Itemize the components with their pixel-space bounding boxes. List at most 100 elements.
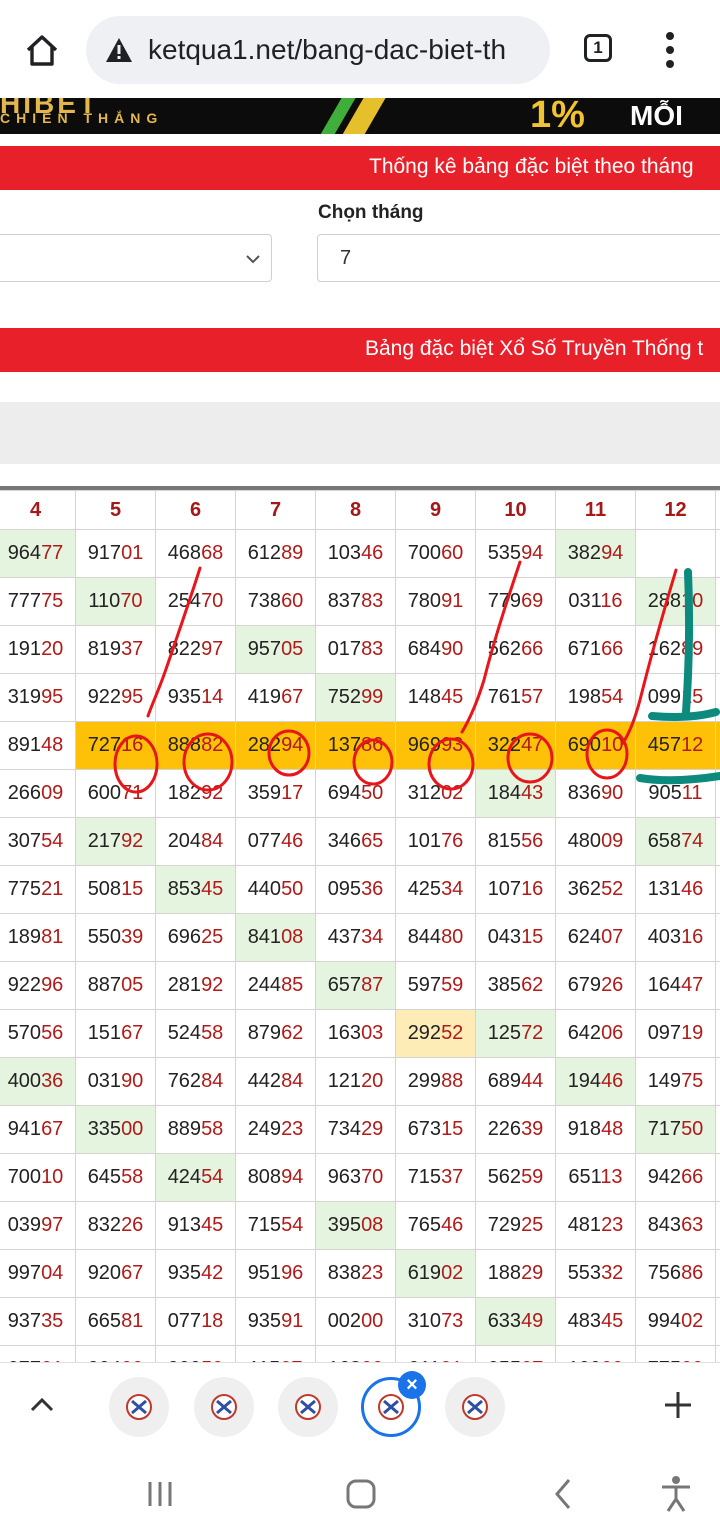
result-cell — [715, 625, 720, 674]
result-cell: 83690 — [555, 769, 636, 818]
plus-icon[interactable] — [658, 1385, 698, 1425]
result-cell: 72925 — [475, 1201, 556, 1250]
address-bar[interactable]: ketqua1.net/bang-dac-biet-th — [86, 16, 550, 84]
result-cell: 32247 — [475, 721, 556, 770]
home-nav-icon[interactable] — [339, 1472, 383, 1516]
result-cell: 83226 — [75, 1201, 156, 1250]
result-cell: 40316 — [635, 913, 716, 962]
result-cell: 16303 — [315, 1009, 396, 1058]
table-header-bar: Bảng đặc biệt Xổ Số Truyền Thống t — [0, 328, 720, 372]
table-row: 19120 81937 82297 95705 01783 68490 56266 67166… — [0, 625, 720, 674]
result-cell: 75299 — [315, 673, 396, 722]
result-cell: 29252 — [395, 1009, 476, 1058]
result-cell: 09719 — [635, 1009, 716, 1058]
month-select[interactable]: 7 — [317, 234, 720, 282]
result-cell: 38294 — [555, 529, 636, 578]
result-cell: 77969 — [475, 577, 556, 626]
table-row: 96477 91701 46868 61289 10346 70060 53594 38294 — [0, 529, 720, 578]
table-row: 94167 33500 88958 24923 73429 67315 22639 91848… — [0, 1105, 720, 1154]
result-cell: 92295 — [75, 673, 156, 722]
tab-thumbnail[interactable] — [445, 1377, 505, 1437]
close-tab-icon[interactable]: × — [398, 1371, 426, 1399]
results-table-container[interactable]: 4 5 6 7 8 9 10 11 12 96477 91701 46868 61289 10346 70… — [0, 490, 720, 1362]
result-cell: 19854 — [555, 673, 636, 722]
result-cell: 04315 — [475, 913, 556, 962]
back-icon[interactable] — [541, 1472, 585, 1516]
table-row: 31995 92295 93514 41967 75299 14845 76157 19854… — [0, 673, 720, 722]
result-cell: 63349 — [475, 1297, 556, 1346]
chevron-up-icon[interactable] — [24, 1387, 60, 1423]
result-cell: 70010 — [0, 1153, 76, 1202]
result-cell: 48009 — [555, 817, 636, 866]
result-cell: 88882 — [155, 721, 236, 770]
result-cell: 66581 — [75, 1297, 156, 1346]
result-cell: 42534 — [395, 865, 476, 914]
banner-percent: 1% — [530, 98, 585, 134]
accessibility-icon[interactable] — [654, 1472, 698, 1516]
result-cell: 25470 — [155, 577, 236, 626]
banner-word: MỖI — [630, 100, 683, 131]
result-cell: 10176 — [395, 817, 476, 866]
result-cell: 12572 — [475, 1009, 556, 1058]
result-cell: 48123 — [555, 1201, 636, 1250]
ad-banner[interactable]: HIBET CHIẾN THẮNG 1% MỖI — [0, 98, 720, 134]
site-favicon-icon — [378, 1394, 404, 1420]
result-cell: 36252 — [555, 865, 636, 914]
result-cell: 56266 — [475, 625, 556, 674]
tab-thumbnail[interactable] — [194, 1377, 254, 1437]
month-label: Chọn tháng — [318, 202, 424, 223]
result-cell: 76157 — [475, 673, 556, 722]
result-cell: 95196 — [235, 1249, 316, 1298]
result-cell: 65787 — [315, 961, 396, 1010]
home-icon — [26, 35, 58, 66]
result-cell: 99402 — [635, 1297, 716, 1346]
result-cell: 99704 — [0, 1249, 76, 1298]
table-row: 57056 15167 52458 87962 16303 29252 12572 64206… — [0, 1009, 720, 1058]
result-cell: 96993 — [395, 721, 476, 770]
result-cell: 93514 — [155, 673, 236, 722]
result-cell — [715, 529, 720, 578]
result-cell: 22639 — [475, 1105, 556, 1154]
result-cell: 96477 — [0, 529, 76, 578]
result-cell: 01101 — [395, 1345, 476, 1362]
result-cell: 33500 — [75, 1105, 156, 1154]
column-header — [715, 490, 720, 530]
home-button[interactable] — [20, 28, 64, 72]
result-cell — [715, 865, 720, 914]
recent-apps-icon[interactable] — [138, 1472, 182, 1516]
result-cell: 81556 — [475, 817, 556, 866]
result-cell: 07701 — [0, 1345, 76, 1362]
table-row: 18981 55039 69625 84108 43734 84480 04315 62407… — [0, 913, 720, 962]
result-cell: 90400 — [75, 1345, 156, 1362]
result-cell: 03997 — [0, 1201, 76, 1250]
result-cell: 91345 — [155, 1201, 236, 1250]
table-row: 30754 21792 20484 07746 34665 10176 81556 48009… — [0, 817, 720, 866]
year-select[interactable] — [0, 234, 272, 282]
result-cell: 18443 — [475, 769, 556, 818]
tab-thumbnail[interactable] — [109, 1377, 169, 1437]
stats-title: Thống kê bảng đặc biệt theo tháng — [369, 155, 694, 178]
result-cell: 64558 — [75, 1153, 156, 1202]
result-cell: 78091 — [395, 577, 476, 626]
result-cell: 90511 — [635, 769, 716, 818]
result-cell: 73860 — [235, 577, 316, 626]
result-cell: 53594 — [475, 529, 556, 578]
result-cell: 77521 — [0, 865, 76, 914]
result-cell: 70060 — [395, 529, 476, 578]
result-cell: 29988 — [395, 1057, 476, 1106]
result-cell: 81937 — [75, 625, 156, 674]
site-favicon-icon — [126, 1394, 152, 1420]
result-cell: 95705 — [235, 625, 316, 674]
kebab-menu-icon[interactable] — [656, 30, 686, 70]
result-cell: 90050 — [155, 1345, 236, 1362]
tab-thumbnail[interactable] — [278, 1377, 338, 1437]
result-cell — [715, 1105, 720, 1154]
result-cell: 71537 — [395, 1153, 476, 1202]
result-cell — [715, 577, 720, 626]
tab-switcher-button[interactable]: 1 — [584, 34, 612, 62]
result-cell: 50815 — [75, 865, 156, 914]
table-row: 77521 50815 85345 44050 09536 42534 10716 36252… — [0, 865, 720, 914]
result-cell: 16289 — [635, 625, 716, 674]
column-header: 8 — [315, 490, 396, 530]
result-cell: 52458 — [155, 1009, 236, 1058]
